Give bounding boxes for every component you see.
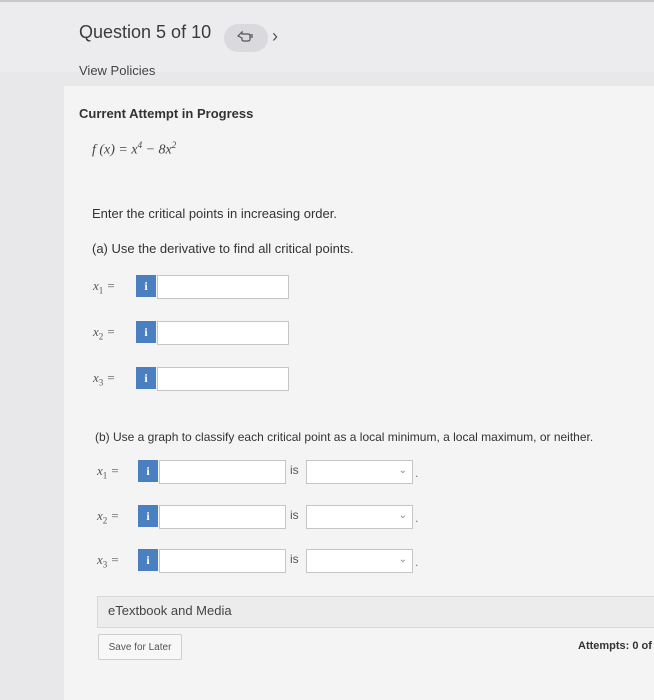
classification-select-x1[interactable]: ⌄ — [306, 460, 413, 484]
period: . — [415, 511, 419, 525]
hand-button[interactable] — [224, 24, 268, 52]
info-badge[interactable]: i — [136, 321, 156, 343]
info-badge[interactable]: i — [138, 549, 158, 571]
instruction-text: Enter the critical points in increasing … — [92, 206, 337, 221]
function-exponent-2: 2 — [171, 140, 177, 150]
part-a-prompt: (a) Use the derivative to find all criti… — [92, 241, 354, 256]
part-a-x3-label: x3 = — [93, 370, 116, 388]
part-b-x1-label: x1 = — [97, 463, 120, 481]
period: . — [415, 555, 419, 569]
info-badge[interactable]: i — [138, 505, 158, 527]
function-definition: f (x) = x4 − 8x2 — [92, 140, 176, 159]
part-a-x1-input[interactable] — [157, 275, 289, 299]
part-a-x2-input[interactable] — [157, 321, 289, 345]
part-a-x3-input[interactable] — [157, 367, 289, 391]
part-b-x3-label: x3 = — [97, 552, 120, 570]
info-badge[interactable]: i — [136, 275, 156, 297]
part-a-x2-label: x2 = — [93, 324, 116, 342]
attempt-title: Current Attempt in Progress — [79, 106, 254, 121]
is-label: is — [290, 463, 299, 477]
part-b-x3-input[interactable] — [159, 549, 286, 573]
part-b-prompt: (b) Use a graph to classify each critica… — [95, 430, 594, 444]
question-header: Question 5 of 10 › View Policies — [0, 0, 654, 78]
view-policies-link[interactable]: View Policies — [79, 63, 155, 78]
attempts-counter: Attempts: 0 of — [578, 640, 652, 652]
chevron-down-icon: ⌄ — [398, 465, 407, 476]
info-badge[interactable]: i — [138, 460, 158, 482]
chevron-down-icon: ⌄ — [398, 554, 407, 565]
info-badge[interactable]: i — [136, 367, 156, 389]
is-label: is — [290, 552, 299, 566]
period: . — [415, 466, 419, 480]
classification-select-x2[interactable]: ⌄ — [306, 505, 413, 529]
function-lhs: f (x) = x — [92, 142, 138, 158]
part-b-x2-label: x2 = — [97, 508, 120, 526]
part-a-x1-label: x1 = — [93, 278, 116, 296]
hand-icon — [236, 29, 255, 48]
question-counter: Question 5 of 10 — [79, 22, 212, 42]
next-question-button[interactable]: › — [272, 26, 278, 47]
part-b-x2-input[interactable] — [159, 505, 286, 529]
function-term: − 8x — [142, 142, 172, 158]
chevron-right-icon: › — [272, 26, 278, 46]
etextbook-label: eTextbook and Media — [108, 603, 232, 618]
part-b-x1-input[interactable] — [159, 460, 286, 484]
classification-select-x3[interactable]: ⌄ — [306, 549, 413, 573]
chevron-down-icon: ⌄ — [398, 510, 407, 521]
save-for-later-button[interactable]: Save for Later — [98, 634, 182, 660]
is-label: is — [290, 508, 299, 522]
etextbook-media-section[interactable]: eTextbook and Media — [97, 596, 654, 628]
